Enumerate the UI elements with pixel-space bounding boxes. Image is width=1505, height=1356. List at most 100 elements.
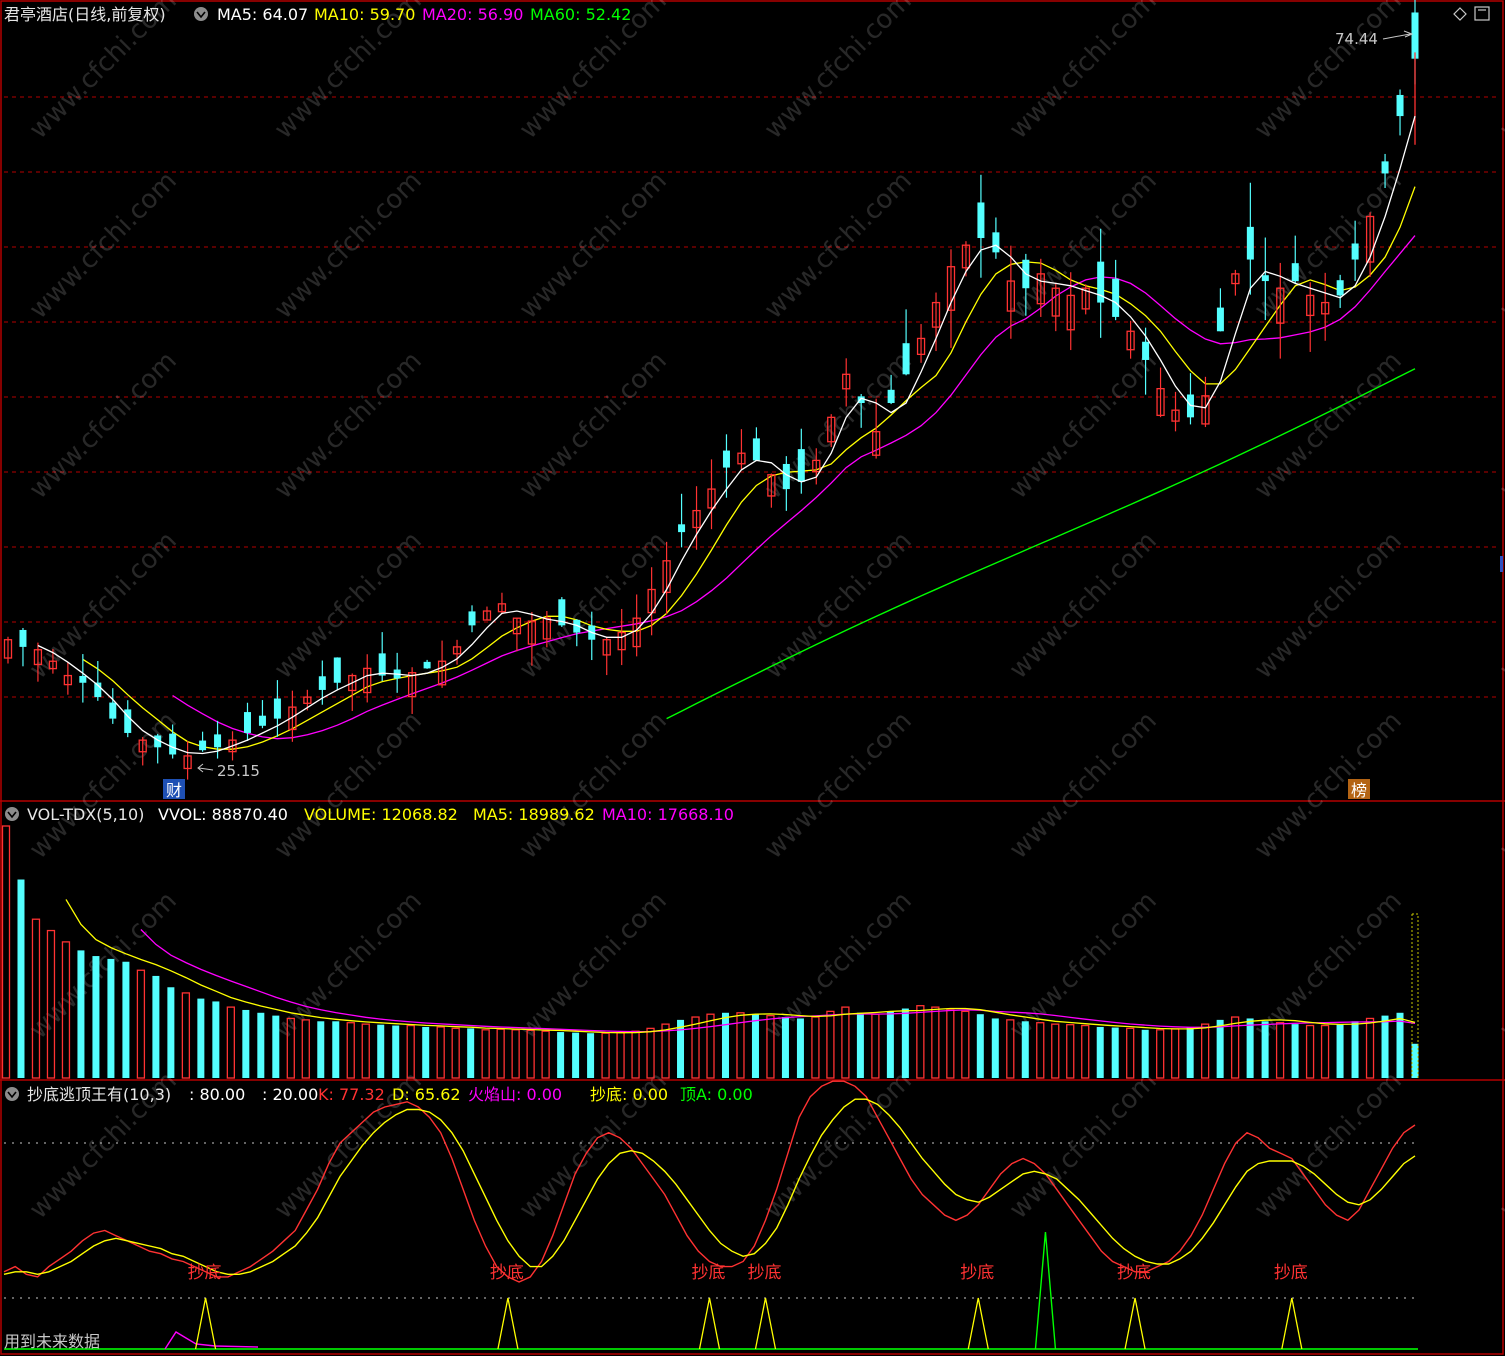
badge-ranking[interactable]: 榜 [1348, 779, 1370, 800]
low-label: 25.15 [217, 762, 260, 780]
candle-body-down [1246, 226, 1254, 260]
volume-title: VOL-TDX(5,10) [27, 805, 144, 824]
vol-ma10-legend: MA10: 17668.10 [602, 805, 734, 824]
badge-ranking-text: 榜 [1351, 781, 1367, 800]
ma20-legend: MA20: 56.90 [422, 5, 523, 24]
candle-body-down [333, 657, 341, 683]
volume-collapse-icon[interactable] [5, 807, 19, 821]
volume-bar-down [796, 1018, 804, 1078]
candle-body-down [1112, 278, 1120, 317]
volume-bar-down [991, 1018, 999, 1078]
vvol-legend: VVOL: 88870.40 [158, 805, 288, 824]
buy-signal-label: 抄底 [960, 1263, 994, 1283]
volume-bar-down [77, 950, 85, 1078]
volume-bar-down [422, 1026, 430, 1078]
level20-legend: : 20.00 [262, 1085, 318, 1104]
volume-legend: VOLUME: 12068.82 [304, 805, 458, 824]
stock-chart[interactable]: www.cfchi.com www.cfchi.com www.cfchi.com w… [0, 0, 1505, 1356]
candle-body-down [258, 715, 266, 726]
candle-body-down [1351, 243, 1359, 260]
volume-bar-down [1021, 1021, 1029, 1078]
volume-bar-down [167, 987, 175, 1078]
candle-body-down [1261, 275, 1269, 282]
candle-body-down [199, 740, 207, 751]
volume-bar-down [886, 1011, 894, 1078]
candle-body-down [423, 661, 431, 669]
volume-bar-down [107, 958, 115, 1078]
top-legend: 顶A: 0.00 [680, 1085, 753, 1104]
volume-bar-down [197, 998, 205, 1078]
volume-header: VOL-TDX(5,10) VVOL: 88870.40 VOLUME: 120… [5, 805, 734, 824]
candle-body-down [1411, 12, 1419, 59]
volume-bar-down [587, 1033, 595, 1078]
candle-body-down [378, 653, 386, 676]
volume-bar-down [1141, 1029, 1149, 1078]
candle-body-down [678, 524, 686, 533]
indicator-header: 抄底逃顶王有(10,3) : 80.00 : 20.00 K: 77.32 D:… [5, 1085, 753, 1104]
candle-body-down [752, 438, 760, 461]
buy-signal-label: 抄底 [692, 1263, 726, 1283]
volume-bar-down [751, 1014, 759, 1078]
buy-signal-label: 抄底 [1117, 1263, 1151, 1283]
future-data-note: 用到未来数据 [4, 1332, 100, 1351]
volume-bar-down [1411, 1043, 1419, 1078]
buy-legend: 抄底: 0.00 [590, 1085, 668, 1104]
candle-body-down [797, 449, 805, 482]
ma60-legend: MA60: 52.42 [530, 5, 631, 24]
badge-finance[interactable]: 财 [163, 779, 185, 800]
candle-body-down [1381, 161, 1389, 174]
volume-bar-down [272, 1015, 280, 1078]
volume-bar-down [1216, 1019, 1224, 1078]
candle-body-down [977, 202, 985, 239]
volume-bar-down [467, 1028, 475, 1078]
candle-body-down [214, 734, 222, 748]
volume-bar-down [212, 1001, 220, 1078]
candle-body-down [19, 629, 27, 647]
volume-bar-down [122, 961, 130, 1078]
price-collapse-icon[interactable] [194, 7, 208, 21]
volume-bar-down [332, 1021, 340, 1078]
ma10-legend: MA10: 59.70 [314, 5, 415, 24]
buy-signal-label: 抄底 [490, 1263, 524, 1283]
candle-body-down [169, 733, 177, 755]
candle-body-down [992, 232, 1000, 253]
candle-body-down [1336, 280, 1344, 296]
buy-signal-label: 抄底 [747, 1263, 781, 1283]
high-label: 74.44 [1335, 30, 1378, 48]
candle-body-down [1216, 307, 1224, 332]
volume-bar-down [557, 1032, 565, 1078]
candle-body-down [722, 450, 730, 468]
candle-body-down [318, 676, 326, 690]
buy-signal-label: 抄底 [1274, 1263, 1308, 1283]
volume-bar-down [1396, 1012, 1404, 1078]
badge-finance-text: 财 [166, 781, 182, 800]
candle-body-down [79, 675, 87, 683]
level80-legend: : 80.00 [189, 1085, 245, 1104]
volume-bar-down [1111, 1027, 1119, 1078]
volume-bar-down [92, 956, 100, 1078]
volume-bar-down [721, 1012, 729, 1078]
buy-signal-label: 抄底 [188, 1263, 222, 1283]
volume-bar-down [1261, 1021, 1269, 1078]
volume-bar-down [152, 975, 160, 1078]
vol-ma5-legend: MA5: 18989.62 [473, 805, 595, 824]
volume-bar-down [976, 1014, 984, 1078]
candle-body-down [902, 343, 910, 375]
fire-legend: 火焰山: 0.00 [468, 1085, 562, 1104]
ma5-legend: MA5: 64.07 [217, 5, 308, 24]
stock-title: 君亭酒店(日线,前复权) [4, 5, 166, 24]
volume-bar-down [377, 1024, 385, 1078]
volume-bar-down [242, 1009, 250, 1078]
d-legend: D: 65.62 [392, 1085, 461, 1104]
volume-bar-down [317, 1021, 325, 1078]
volume-bar-down [1381, 1015, 1389, 1078]
volume-bar-down [257, 1012, 265, 1078]
volume-bar-down [572, 1032, 580, 1078]
indicator-collapse-icon[interactable] [5, 1087, 19, 1101]
indicator-title: 抄底逃顶王有(10,3) [27, 1085, 171, 1104]
volume-bar-down [392, 1025, 400, 1078]
volume-bar-down [1186, 1026, 1194, 1078]
volume-bar-down [1351, 1021, 1359, 1078]
volume-bar-down [781, 1017, 789, 1078]
candle-body-down [1396, 94, 1404, 117]
